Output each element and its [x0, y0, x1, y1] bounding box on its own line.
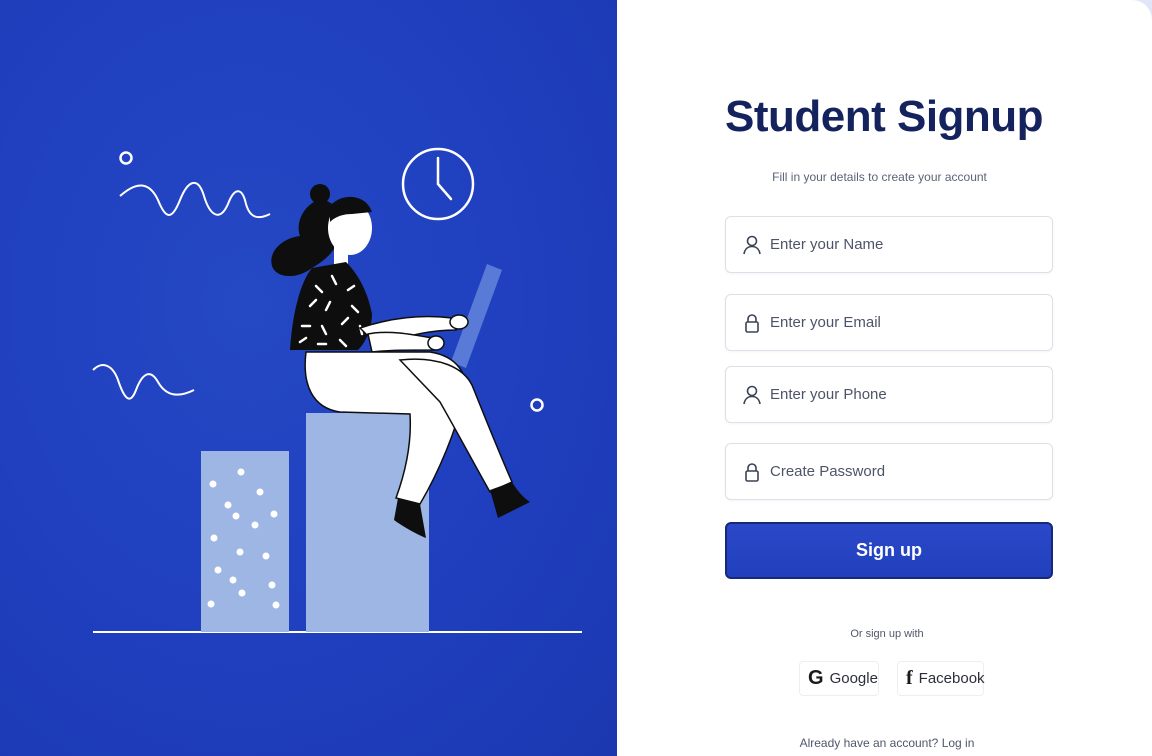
- facebook-label: Facebook: [918, 670, 985, 687]
- user-icon: [743, 385, 761, 405]
- login-link[interactable]: Already have an account? Log in: [767, 736, 1007, 750]
- clock-icon: [401, 147, 475, 221]
- ring-decoration: [119, 151, 133, 165]
- name-field[interactable]: [725, 216, 1053, 273]
- google-icon: G: [808, 667, 824, 689]
- lock-icon: [745, 314, 759, 333]
- hair-bun: [310, 184, 330, 204]
- social-divider-text: Or sign up with: [850, 628, 924, 640]
- page-subtitle: Fill in your details to create your acco…: [772, 170, 987, 184]
- name-input[interactable]: [770, 217, 1040, 272]
- password-input[interactable]: [770, 444, 1040, 499]
- signup-button[interactable]: Sign up: [725, 522, 1053, 579]
- ring-decoration: [530, 398, 544, 412]
- user-icon: [743, 235, 761, 255]
- email-field[interactable]: [725, 294, 1053, 351]
- page-title: Student Signup: [725, 92, 1044, 141]
- student-illustration: [92, 147, 582, 633]
- signup-form-panel: Student Signup Fill in your details to c…: [617, 0, 1152, 756]
- google-signup-button[interactable]: G Google: [799, 661, 879, 696]
- facebook-signup-button[interactable]: f Facebook: [897, 661, 985, 696]
- student-shirt: [290, 262, 372, 350]
- signup-page: Student Signup Fill in your details to c…: [0, 0, 1152, 756]
- lock-icon: [745, 463, 759, 482]
- facebook-icon: f: [906, 667, 913, 689]
- illustration-panel: [0, 0, 617, 756]
- password-field[interactable]: [725, 443, 1053, 500]
- squiggle-decoration: [119, 182, 271, 219]
- google-label: Google: [829, 670, 878, 687]
- squiggle-decoration: [92, 364, 195, 400]
- phone-input[interactable]: [770, 367, 1040, 422]
- phone-field[interactable]: [725, 366, 1053, 423]
- email-input[interactable]: [770, 295, 1040, 350]
